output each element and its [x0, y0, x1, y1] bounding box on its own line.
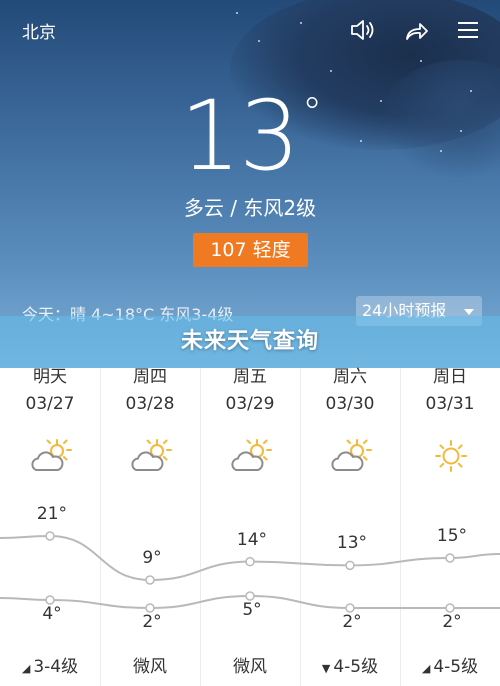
- day-wind: 微风: [100, 652, 200, 677]
- high-temp-label: 15°: [436, 526, 468, 546]
- aqi-badge[interactable]: 107 轻度: [193, 233, 308, 267]
- low-temp-point: [145, 603, 155, 613]
- chevron-down-icon: [464, 309, 474, 315]
- speaker-icon[interactable]: [348, 16, 376, 44]
- day-date: 03/29: [225, 394, 275, 414]
- day-name: 周六: [333, 367, 367, 387]
- day-name: 明天: [33, 367, 67, 387]
- low-temp-point: [445, 603, 455, 613]
- day-wind: ◢ 3-4级: [0, 652, 100, 677]
- high-temp-label: 9°: [142, 548, 162, 568]
- share-icon[interactable]: [402, 16, 430, 44]
- forecast-panel: 明天 03/27 ◢ 3-4级 21° 4° 周四 03/28 微风 9° 2° 周五 03/29 微风 1…: [0, 367, 500, 686]
- wind-text: 3-4级: [33, 657, 79, 677]
- degree-symbol: °: [302, 90, 322, 136]
- day-date: 03/31: [425, 394, 475, 414]
- low-temp-point: [245, 591, 255, 601]
- day-wind: ▼ 4-5级: [300, 652, 400, 677]
- low-temp-label: 2°: [442, 612, 462, 632]
- city-name[interactable]: 北京: [22, 18, 56, 43]
- low-temp-point: [345, 603, 355, 613]
- high-temp-label: 14°: [236, 529, 268, 550]
- high-temp-point: [345, 560, 355, 571]
- day-name: 周日: [433, 367, 467, 387]
- low-temp-label: 5°: [242, 600, 262, 620]
- day-date: 03/27: [25, 394, 75, 414]
- menu-icon[interactable]: [454, 16, 482, 44]
- day-name: 周五: [233, 367, 267, 387]
- day-name: 周四: [133, 367, 167, 387]
- low-temp-label: 4°: [42, 604, 62, 624]
- wind-direction-icon: ◢: [421, 662, 431, 675]
- low-temp-label: 2°: [142, 612, 162, 632]
- current-condition: 多云 / 东风2级: [183, 196, 317, 220]
- high-temp-point: [445, 553, 455, 563]
- wind-text: 4-5级: [433, 657, 479, 677]
- wind-text: 微风: [133, 657, 167, 677]
- day-date: 03/30: [325, 394, 375, 414]
- low-temp-label: 2°: [342, 612, 362, 632]
- partly-cloudy-icon: [330, 438, 372, 474]
- temperature-value: 13: [179, 80, 300, 192]
- high-temp-point: [45, 531, 55, 541]
- star: [330, 70, 332, 72]
- wind-text: 4-5级: [333, 657, 379, 677]
- low-temp-point: [45, 595, 55, 605]
- high-temp-label: 21°: [36, 504, 68, 524]
- future-weather-banner: 未来天气查询: [0, 316, 500, 368]
- high-temp-point: [145, 575, 155, 585]
- partly-cloudy-icon: [30, 438, 72, 474]
- day-wind: 微风: [200, 652, 300, 677]
- partly-cloudy-icon: [130, 438, 172, 474]
- high-temp-point: [245, 556, 255, 567]
- current-temperature: 13 °: [0, 80, 500, 192]
- wind-direction-icon: ▼: [321, 662, 331, 675]
- wind-direction-icon: ◢: [21, 662, 31, 675]
- partly-cloudy-icon: [230, 438, 272, 474]
- high-temp-label: 13°: [336, 533, 368, 554]
- day-wind: ◢ 4-5级: [400, 652, 500, 677]
- top-bar: 北京: [0, 0, 500, 60]
- wind-text: 微风: [233, 657, 267, 677]
- day-date: 03/28: [125, 394, 175, 414]
- star: [420, 60, 422, 62]
- sunny-icon: [430, 438, 472, 474]
